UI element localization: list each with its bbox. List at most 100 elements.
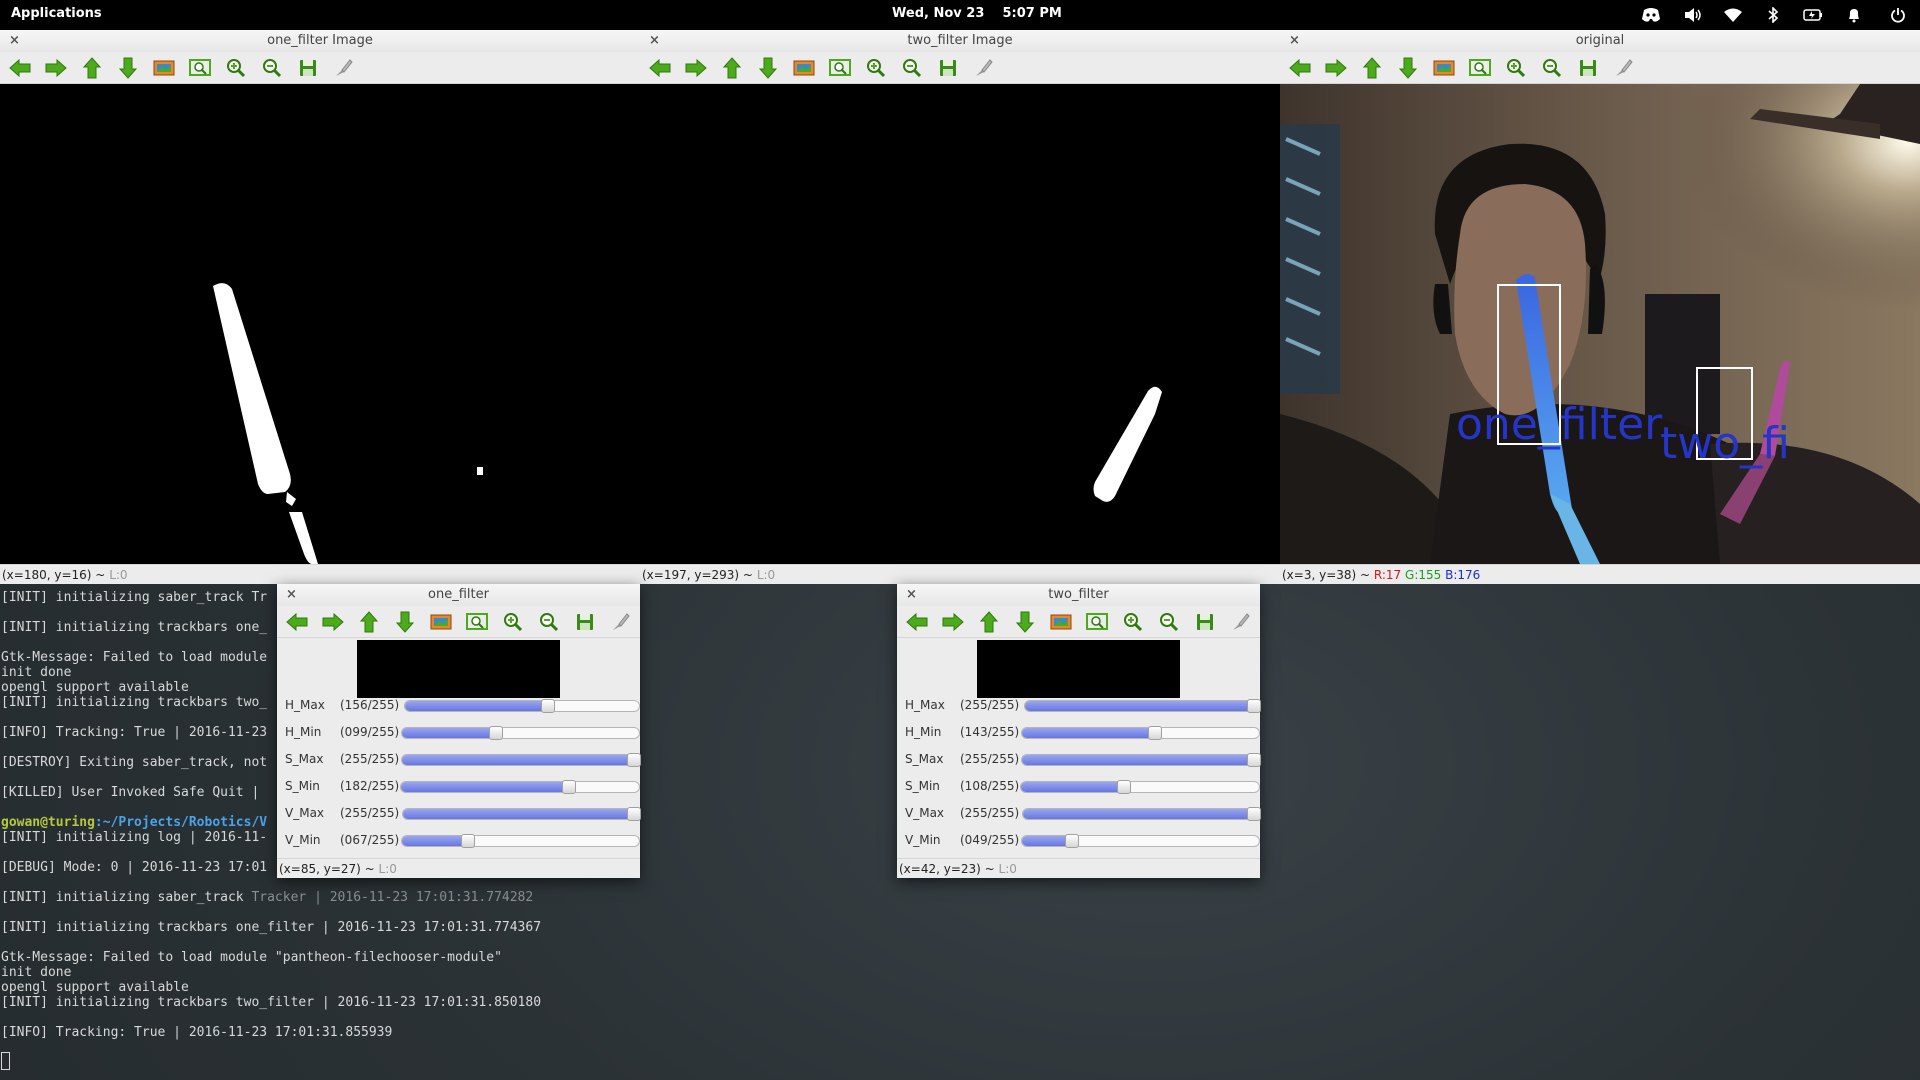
window-titlebar[interactable]: × original <box>1280 30 1920 52</box>
arrow-down-icon[interactable] <box>114 56 142 80</box>
trackbar-slider[interactable] <box>404 699 640 713</box>
arrow-left-icon[interactable] <box>1286 56 1314 80</box>
properties-icon[interactable] <box>1610 56 1638 80</box>
arrow-down-icon[interactable] <box>1011 610 1039 634</box>
zoom-out-icon[interactable] <box>258 56 286 80</box>
trackbar-handle[interactable] <box>1247 753 1261 767</box>
zoom-fit-icon[interactable] <box>1466 56 1494 80</box>
window-titlebar[interactable]: × one_filter Image <box>0 30 640 52</box>
wifi-icon[interactable] <box>1722 5 1744 25</box>
status-coords: (x=180, y=16) ~ <box>2 568 106 582</box>
arrow-up-icon[interactable] <box>355 610 383 634</box>
trackbar-handle[interactable] <box>1065 834 1079 848</box>
trackbar-handle[interactable] <box>562 780 576 794</box>
zoom-out-icon[interactable] <box>1155 610 1183 634</box>
window-titlebar[interactable]: × two_filter Image <box>640 30 1280 52</box>
trackbar-slider[interactable] <box>1020 780 1260 794</box>
image-icon[interactable] <box>1430 56 1458 80</box>
power-icon[interactable] <box>1887 5 1909 25</box>
arrow-down-icon[interactable] <box>754 56 782 80</box>
zoom-in-icon[interactable] <box>1502 56 1530 80</box>
zoom-in-icon[interactable] <box>222 56 250 80</box>
close-icon[interactable]: × <box>649 30 660 52</box>
properties-icon[interactable] <box>970 56 998 80</box>
save-icon[interactable] <box>571 610 599 634</box>
zoom-fit-icon[interactable] <box>463 610 491 634</box>
arrow-right-icon[interactable] <box>319 610 347 634</box>
properties-icon[interactable] <box>330 56 358 80</box>
save-icon[interactable] <box>294 56 322 80</box>
trackbar-handle[interactable] <box>489 726 503 740</box>
battery-icon[interactable] <box>1802 5 1824 25</box>
applications-menu[interactable]: Applications <box>11 6 102 21</box>
properties-icon[interactable] <box>607 610 635 634</box>
window-titlebar[interactable]: × one_filter <box>277 584 640 606</box>
arrow-left-icon[interactable] <box>283 610 311 634</box>
webcam-feed-canvas[interactable]: one_filter two_fi <box>1280 84 1920 564</box>
two-filter-mask-canvas[interactable] <box>640 84 1280 564</box>
zoom-in-icon[interactable] <box>1119 610 1147 634</box>
arrow-left-icon[interactable] <box>903 610 931 634</box>
arrow-up-icon[interactable] <box>1358 56 1386 80</box>
arrow-left-icon[interactable] <box>646 56 674 80</box>
arrow-down-icon[interactable] <box>391 610 419 634</box>
trackbar-slider[interactable] <box>401 753 641 767</box>
one-filter-mask-canvas[interactable] <box>0 84 640 564</box>
preview-canvas[interactable] <box>357 640 560 698</box>
trackbar-slider[interactable] <box>400 780 640 794</box>
image-icon[interactable] <box>150 56 178 80</box>
trackbar-slider[interactable] <box>401 726 640 740</box>
trackbar-slider[interactable] <box>1021 726 1260 740</box>
zoom-out-icon[interactable] <box>898 56 926 80</box>
zoom-in-icon[interactable] <box>499 610 527 634</box>
zoom-in-icon[interactable] <box>862 56 890 80</box>
arrow-down-icon[interactable] <box>1394 56 1422 80</box>
window-titlebar[interactable]: × two_filter <box>897 584 1260 606</box>
arrow-up-icon[interactable] <box>975 610 1003 634</box>
zoom-out-icon[interactable] <box>535 610 563 634</box>
trackbar-handle[interactable] <box>541 699 555 713</box>
clock[interactable]: Wed, Nov 23 5:07 PM <box>892 6 1062 21</box>
arrow-right-icon[interactable] <box>1322 56 1350 80</box>
trackbar-handle[interactable] <box>1247 807 1261 821</box>
trackbar-slider[interactable] <box>401 834 640 848</box>
image-icon[interactable] <box>427 610 455 634</box>
trackbar-handle[interactable] <box>1117 780 1131 794</box>
image-icon[interactable] <box>790 56 818 80</box>
arrow-right-icon[interactable] <box>939 610 967 634</box>
close-icon[interactable]: × <box>9 30 20 52</box>
zoom-fit-icon[interactable] <box>1083 610 1111 634</box>
trackbar-handle[interactable] <box>627 807 641 821</box>
zoom-out-icon[interactable] <box>1538 56 1566 80</box>
notification-bell-icon[interactable] <box>1843 5 1865 25</box>
volume-icon[interactable] <box>1682 5 1704 25</box>
preview-canvas[interactable] <box>977 640 1180 698</box>
properties-icon[interactable] <box>1227 610 1255 634</box>
trackbar-s-min: S_Min (182/255) <box>277 773 640 800</box>
save-icon[interactable] <box>934 56 962 80</box>
bluetooth-icon[interactable] <box>1762 5 1784 25</box>
trackbar-handle[interactable] <box>627 753 641 767</box>
trackbar-handle[interactable] <box>461 834 475 848</box>
arrow-left-icon[interactable] <box>6 56 34 80</box>
close-icon[interactable]: × <box>286 584 297 606</box>
trackbar-slider[interactable] <box>1021 753 1261 767</box>
save-icon[interactable] <box>1191 610 1219 634</box>
trackbar-handle[interactable] <box>1148 726 1162 740</box>
trackbar-slider[interactable] <box>1024 699 1261 713</box>
trackbar-slider[interactable] <box>1021 834 1260 848</box>
close-icon[interactable]: × <box>906 584 917 606</box>
arrow-right-icon[interactable] <box>682 56 710 80</box>
close-icon[interactable]: × <box>1289 30 1300 52</box>
trackbar-slider[interactable] <box>1022 807 1261 821</box>
zoom-fit-icon[interactable] <box>186 56 214 80</box>
save-icon[interactable] <box>1574 56 1602 80</box>
discord-icon[interactable] <box>1640 5 1662 25</box>
arrow-up-icon[interactable] <box>78 56 106 80</box>
arrow-right-icon[interactable] <box>42 56 70 80</box>
image-icon[interactable] <box>1047 610 1075 634</box>
trackbar-handle[interactable] <box>1247 699 1261 713</box>
arrow-up-icon[interactable] <box>718 56 746 80</box>
trackbar-slider[interactable] <box>402 807 641 821</box>
zoom-fit-icon[interactable] <box>826 56 854 80</box>
